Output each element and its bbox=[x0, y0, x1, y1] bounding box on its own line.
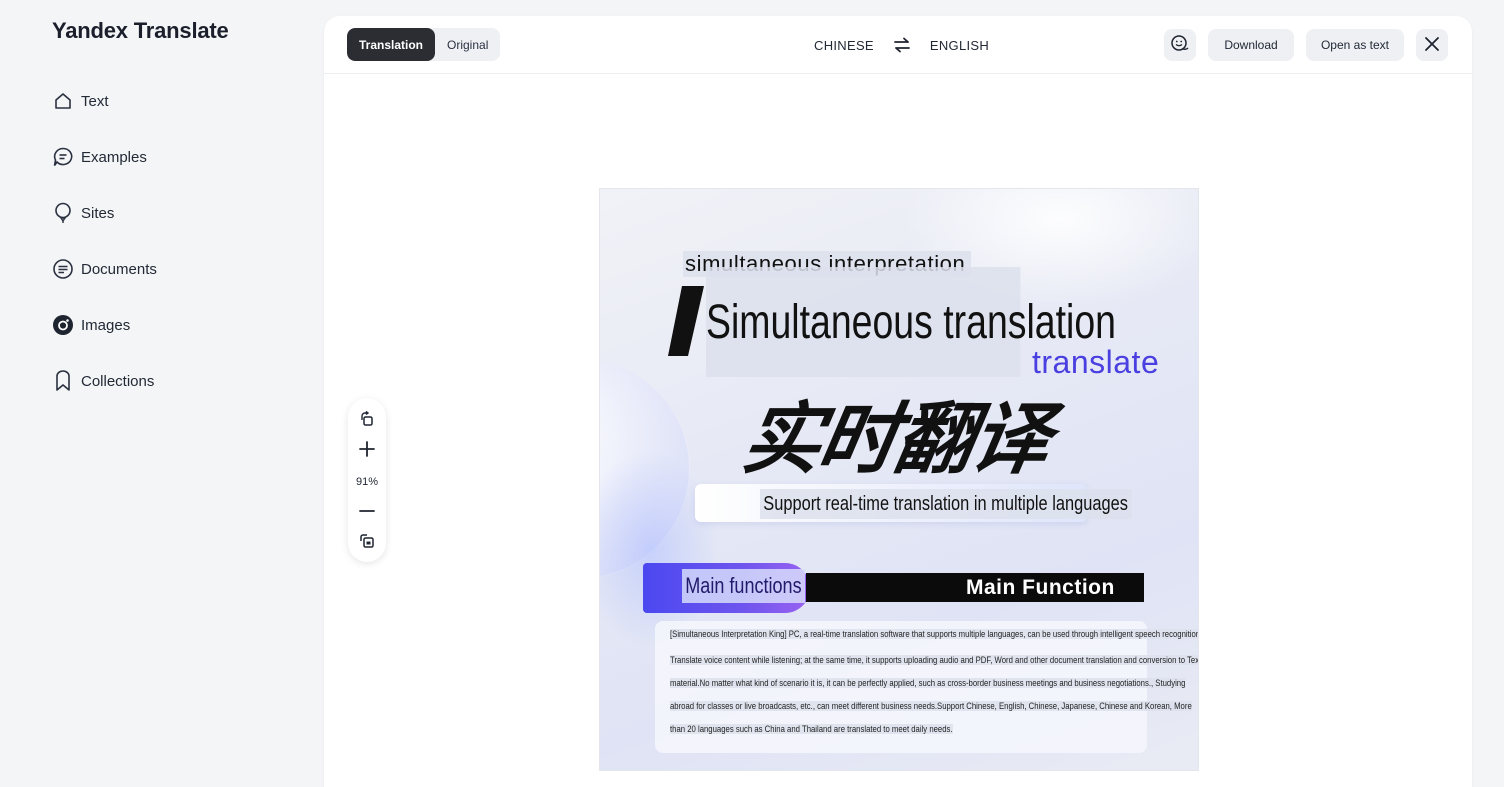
sidebar-item-label: Text bbox=[81, 92, 109, 110]
sidebar-item-documents[interactable]: Documents bbox=[52, 254, 292, 284]
source-language-button[interactable]: CHINESE bbox=[814, 38, 874, 53]
fit-icon bbox=[359, 533, 375, 554]
zoom-in-button[interactable] bbox=[352, 436, 382, 466]
swap-languages-icon[interactable] bbox=[892, 35, 912, 55]
feedback-button[interactable] bbox=[1164, 29, 1196, 61]
body-text-line: Translate voice content while listening;… bbox=[670, 655, 1198, 665]
app-logo[interactable]: Yandex Translate bbox=[52, 18, 229, 44]
fit-screen-button[interactable] bbox=[352, 528, 382, 558]
plus-icon bbox=[358, 440, 376, 463]
body-text-line: than 20 languages such as China and Thai… bbox=[670, 724, 953, 734]
document-icon bbox=[52, 258, 74, 280]
decorative-glow-blue bbox=[600, 449, 720, 649]
bookmark-icon bbox=[52, 370, 74, 392]
tab-original[interactable]: Original bbox=[435, 28, 500, 61]
image-text-chinese-title: 实时翻译 bbox=[736, 395, 1056, 483]
sidebar-item-sites[interactable]: Sites bbox=[52, 198, 292, 228]
panel-toolbar: Translation Original CHINESE ENGLISH Dow… bbox=[324, 16, 1472, 74]
zoom-control: 91% bbox=[348, 398, 386, 562]
language-selector: CHINESE ENGLISH bbox=[814, 16, 989, 74]
open-as-text-button[interactable]: Open as text bbox=[1306, 29, 1404, 61]
download-button[interactable]: Download bbox=[1208, 29, 1294, 61]
translated-image: simultaneous interpretation Simultaneous… bbox=[599, 188, 1199, 771]
chat-bubble-icon bbox=[52, 146, 74, 168]
image-text-slash-glyph bbox=[668, 286, 704, 356]
sidebar-item-label: Collections bbox=[81, 372, 155, 390]
image-text-main-function: Main Function bbox=[966, 575, 1115, 599]
tab-translation[interactable]: Translation bbox=[347, 28, 436, 61]
sidebar-item-label: Images bbox=[81, 316, 131, 334]
rotate-button[interactable] bbox=[352, 406, 382, 436]
sidebar-item-label: Examples bbox=[81, 148, 147, 166]
minus-icon bbox=[358, 502, 376, 525]
close-icon bbox=[1424, 36, 1440, 55]
zoom-out-button[interactable] bbox=[352, 498, 382, 528]
sidebar-item-label: Documents bbox=[81, 260, 157, 278]
sidebar-item-images[interactable]: Images bbox=[52, 310, 292, 340]
view-toggle: Translation Original bbox=[347, 28, 501, 61]
sidebar-item-text[interactable]: Text bbox=[52, 86, 292, 116]
sidebar-item-label: Sites bbox=[81, 204, 115, 222]
home-icon bbox=[52, 90, 74, 112]
sidebar-nav: Text Examples Sites Documents Images Col… bbox=[52, 86, 292, 422]
body-text-line: abroad for classes or live broadcasts, e… bbox=[670, 701, 1192, 711]
close-button[interactable] bbox=[1416, 29, 1448, 61]
image-text-line2: Simultaneous translation bbox=[706, 267, 1116, 377]
image-text-main-functions: Main functions bbox=[682, 569, 805, 603]
target-language-button[interactable]: ENGLISH bbox=[930, 38, 989, 53]
smiley-chat-icon bbox=[1170, 34, 1190, 57]
zoom-level: 91% bbox=[355, 476, 379, 488]
sidebar-item-collections[interactable]: Collections bbox=[52, 366, 292, 396]
rotate-icon bbox=[359, 410, 375, 432]
image-text-subtitle: Support real-time translation in multipl… bbox=[760, 489, 1132, 519]
body-text-line: material.No matter what kind of scenario… bbox=[670, 678, 1186, 688]
body-text-line: [Simultaneous Interpretation King] PC, a… bbox=[670, 629, 1198, 639]
image-text-line3: translate bbox=[1032, 344, 1160, 380]
camera-icon bbox=[52, 314, 74, 336]
sidebar-item-examples[interactable]: Examples bbox=[52, 142, 292, 172]
balloon-icon bbox=[52, 202, 74, 224]
